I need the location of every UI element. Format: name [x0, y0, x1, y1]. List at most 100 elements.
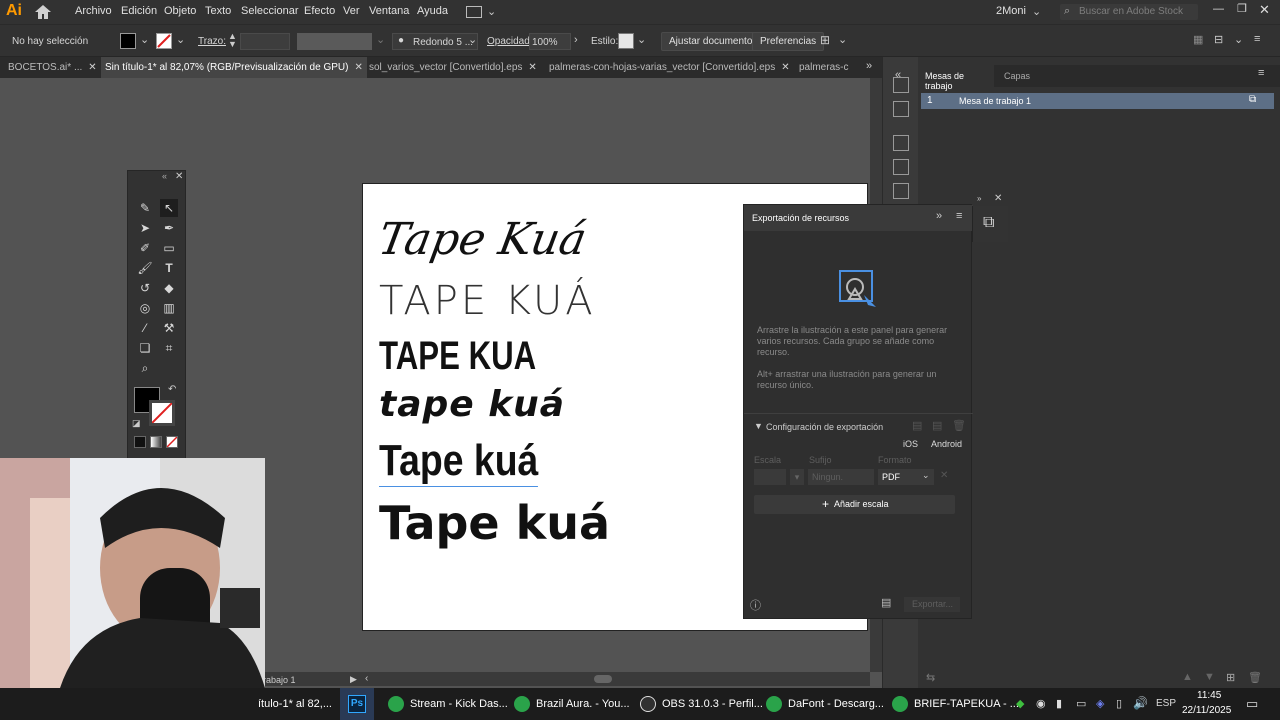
tray-icon[interactable]: ◉ [1036, 697, 1046, 710]
gradient-mode-icon[interactable] [150, 436, 162, 448]
tabs-overflow-icon[interactable]: » [936, 210, 942, 222]
panel-menu-icon[interactable]: ≡ [1258, 67, 1264, 79]
opacity-input[interactable]: 100% [529, 33, 571, 50]
restore-icon[interactable]: ❐ [1237, 2, 1247, 15]
collapse-icon[interactable]: « [162, 171, 167, 181]
workspace-switcher[interactable]: 2Moni [996, 5, 1026, 17]
default-colors-icon[interactable]: ◪ [132, 418, 141, 429]
font-sample-selected[interactable]: Tape kuá [379, 436, 539, 487]
close-icon[interactable]: ✕ [1259, 2, 1270, 18]
swap-colors-icon[interactable]: ↶ [168, 384, 176, 395]
tab-bocetos[interactable]: BOCETOS.ai* ... ✕ [4, 57, 101, 78]
type-tool-icon[interactable]: T [160, 259, 178, 277]
play-icon[interactable]: ▶ [350, 674, 357, 685]
close-icon[interactable]: ✕ [940, 470, 948, 481]
close-icon[interactable]: ✕ [528, 62, 536, 73]
tab-sin-titulo[interactable]: Sin título-1* al 82,07% (RGB/Previsualiz… [101, 57, 367, 78]
panel-menu-icon[interactable]: ≡ [956, 210, 962, 222]
menu-efecto[interactable]: Efecto [304, 5, 335, 17]
scale-dropdown[interactable]: ▾ [790, 469, 804, 485]
format-select[interactable]: PDF ⌄ [878, 469, 934, 485]
collapse-icon[interactable]: » [977, 194, 981, 203]
font-sample-condensed[interactable]: TAPE KUA [379, 334, 536, 379]
chevron-down-icon[interactable]: ⌄ [468, 33, 477, 46]
delete-icon[interactable]: 🗑 [1248, 671, 1262, 684]
menu-objeto[interactable]: Objeto [164, 5, 196, 17]
ios-option[interactable]: iOS [903, 439, 918, 449]
menu-edicion[interactable]: Edición [121, 5, 157, 17]
taskbar-dafont[interactable]: DaFont - Descarg... [766, 688, 884, 720]
font-sample-script[interactable]: Tape Kuá [375, 214, 591, 265]
minimize-icon[interactable]: — [1213, 3, 1224, 15]
distribute-icon[interactable]: ⊟ [1214, 33, 1223, 46]
nvidia-icon[interactable]: ◆ [1016, 697, 1024, 710]
move-down-icon[interactable]: ▼ [1204, 671, 1215, 683]
scale-input[interactable] [754, 469, 786, 485]
none-mode-icon[interactable] [166, 436, 178, 448]
rearrange-icon[interactable]: ⇆ [926, 671, 935, 684]
crop-icon[interactable]: ⌗ [160, 339, 178, 357]
opacity-label[interactable]: Opacidad: [487, 36, 533, 47]
font-sample-bold[interactable]: Tape kuá [379, 496, 610, 550]
menu-ver[interactable]: Ver [343, 5, 360, 17]
preferences-button[interactable]: Preferencias [752, 32, 825, 51]
chevron-down-icon[interactable]: ▼ [754, 421, 763, 431]
tab-sol-varios[interactable]: sol_varios_vector [Convertido].eps ✕ [365, 57, 541, 78]
battery-icon[interactable]: ▯ [1116, 697, 1122, 710]
menu-texto[interactable]: Texto [205, 5, 231, 17]
taskbar-kick[interactable]: Stream - Kick Das... [388, 688, 508, 720]
close-icon[interactable]: ✕ [994, 193, 1002, 204]
close-icon[interactable]: ✕ [175, 171, 183, 182]
taskbar-brief[interactable]: BRIEF-TAPEKUA - ... [892, 688, 1019, 720]
new-artboard-icon[interactable]: ⊞ [1226, 671, 1235, 684]
close-icon[interactable]: ✕ [781, 62, 789, 73]
rotate-icon[interactable]: ↺ [136, 279, 154, 297]
menu-archivo[interactable]: Archivo [75, 5, 112, 17]
asset-export-icon[interactable]: ⧉ [983, 214, 994, 232]
chevron-right-icon[interactable]: › [574, 34, 578, 46]
symbol-sprayer-icon[interactable]: ❏ [136, 339, 154, 357]
android-option[interactable]: Android [931, 439, 962, 449]
eyedropper-icon[interactable]: ⁄ [136, 319, 154, 337]
zoom-icon[interactable]: ⌕ [136, 359, 154, 377]
home-icon[interactable] [34, 4, 52, 20]
scroll-thumb[interactable] [594, 675, 612, 683]
export-icon[interactable]: ▤ [912, 419, 922, 432]
graphic-style-swatch[interactable] [618, 33, 634, 49]
stroke-color-swatch[interactable] [149, 400, 175, 426]
pen-tool-icon[interactable]: ✒ [160, 219, 178, 237]
chevron-down-icon[interactable]: ⌄ [637, 33, 646, 46]
close-icon[interactable]: ✕ [88, 62, 96, 73]
gradient-icon[interactable]: ▥ [160, 299, 178, 317]
menu-ventana[interactable]: Ventana [369, 5, 409, 17]
align-options-icon[interactable]: ⊞ [820, 33, 830, 47]
chevron-down-icon[interactable]: ⌄ [140, 33, 149, 46]
tab-palmeras[interactable]: palmeras-con-hojas-varias_vector [Conver… [545, 57, 794, 78]
tab-mesas[interactable]: Mesas de trabajo [918, 65, 994, 91]
stroke-stepper[interactable]: ▲ ▼ [228, 32, 237, 49]
move-up-icon[interactable]: ▲ [1182, 671, 1193, 683]
copy-icon[interactable]: ▤ [932, 419, 942, 432]
brush-select[interactable]: ● Redondo 5 ... [392, 33, 478, 50]
font-sample-thin[interactable]: TAPE KUÁ [379, 278, 596, 324]
asset-export-icon[interactable] [893, 183, 909, 199]
artboard-nav-label[interactable]: rabajo 1 [263, 675, 296, 685]
chevron-down-icon[interactable]: ⌄ [1234, 33, 1243, 46]
artboard-options-icon[interactable]: ⧉ [1249, 94, 1256, 105]
paintbrush-icon[interactable]: 🖌 [136, 259, 154, 277]
chevron-down-icon[interactable]: ⌄ [838, 33, 847, 46]
paragraph-icon[interactable] [893, 101, 909, 117]
search-box[interactable]: ⌕ Buscar en Adobe Stock [1060, 4, 1198, 20]
taskbar-youtube[interactable]: Brazil Aura. - You... [514, 688, 630, 720]
arrange-docs-icon[interactable] [466, 6, 482, 18]
clock-time[interactable]: 11:45 [1197, 690, 1221, 701]
taskbar-illustrator[interactable]: ítulo-1* al 82,... [258, 688, 338, 720]
scroll-left-icon[interactable]: ‹ [365, 673, 368, 684]
display-icon[interactable]: ▭ [1076, 697, 1086, 710]
menu-ayuda[interactable]: Ayuda [417, 5, 448, 17]
color-mode-icon[interactable] [134, 436, 146, 448]
close-icon[interactable]: ✕ [354, 62, 362, 73]
taskbar-photoshop[interactable]: Ps [340, 688, 374, 720]
adjust-document-button[interactable]: Ajustar documento [661, 32, 761, 51]
blend-icon[interactable]: ⚒ [160, 319, 178, 337]
